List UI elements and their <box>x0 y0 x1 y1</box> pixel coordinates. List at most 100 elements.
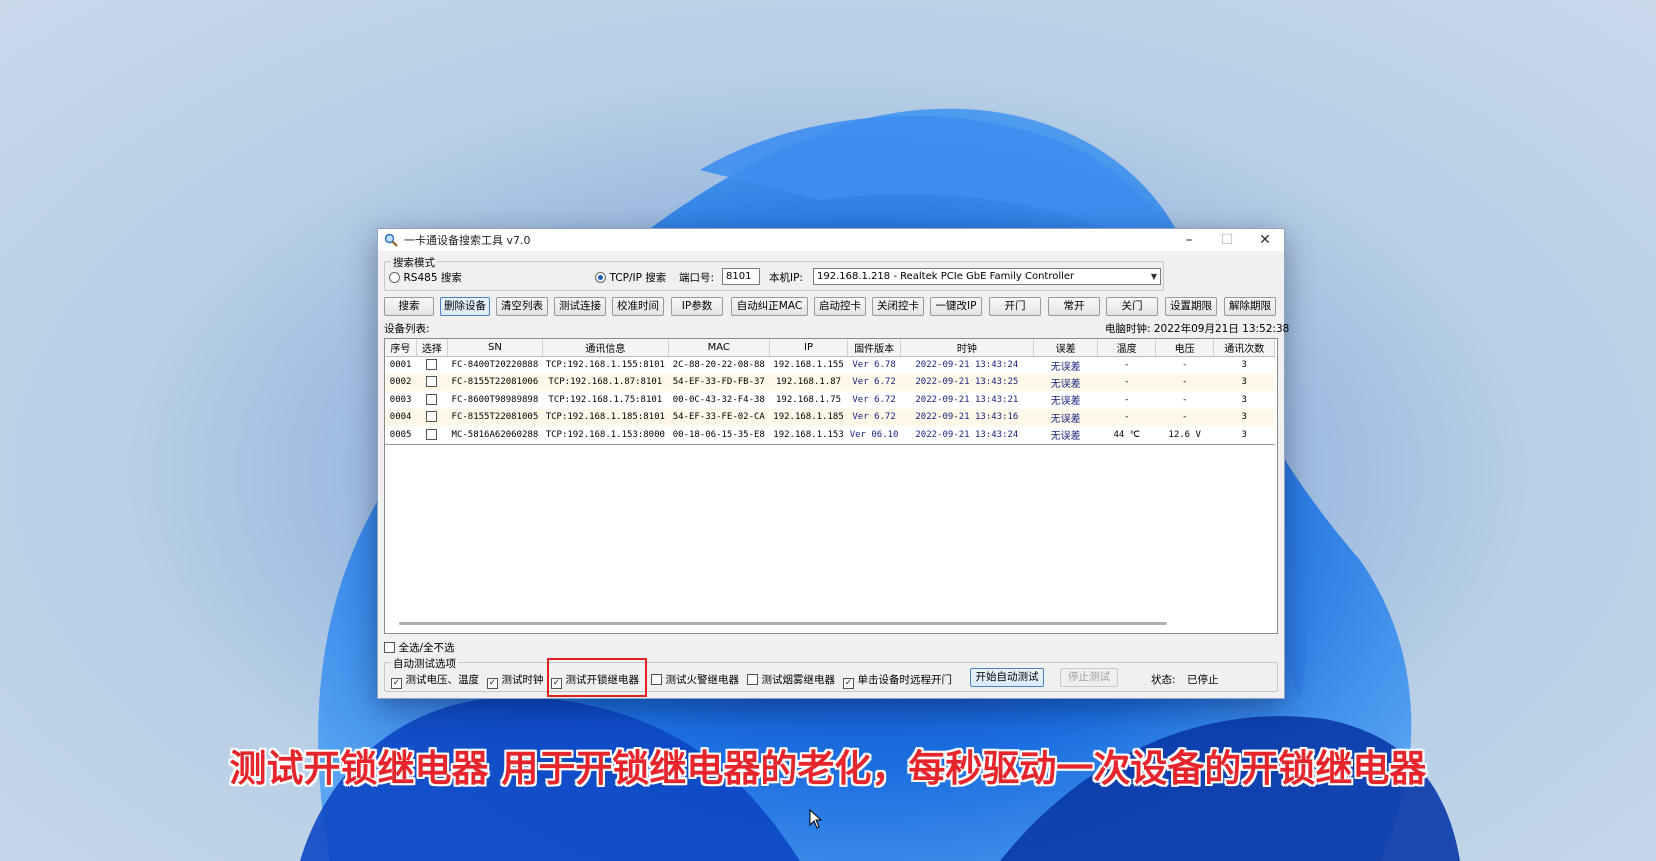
col-header-comm[interactable]: 通讯信息 <box>542 339 669 357</box>
cell-sn: FC-8155T22081006 <box>447 373 543 391</box>
voltage-checkbox[interactable]: ✓ <box>391 678 402 689</box>
window-title: 一卡通设备搜索工具 v7.0 <box>404 234 531 247</box>
cell-firmware: Ver 6.72 <box>847 373 901 391</box>
row-checkbox[interactable] <box>426 393 438 405</box>
select-all-label: 全选/全不选 <box>398 642 455 654</box>
one-click-ip-button[interactable]: 一键改IP <box>930 297 982 316</box>
cell-ip: 192.168.1.87 <box>769 373 848 391</box>
cell-comm: TCP:192.168.1.87:8101 <box>542 373 669 391</box>
cell-select[interactable] <box>416 356 447 374</box>
col-header-index[interactable]: 序号 <box>385 339 417 357</box>
opt-smoke-relay[interactable]: 测试烟雾继电器 <box>747 672 835 687</box>
port-label: 端口号: <box>679 272 715 284</box>
cell-error: 无误差 <box>1033 408 1098 426</box>
tcpip-radio[interactable] <box>595 272 606 283</box>
minimize-button[interactable]: – <box>1170 229 1208 251</box>
opt-voltage-temp[interactable]: ✓ 测试电压、温度 <box>391 672 479 689</box>
col-header-clock[interactable]: 时钟 <box>900 339 1034 357</box>
cell-firmware: Ver 06.10 <box>849 429 899 440</box>
table-row[interactable]: 0003 FC-8600T98989898 TCP:192.168.1.75:8… <box>385 391 1275 409</box>
close-door-button[interactable]: 关门 <box>1106 297 1158 316</box>
device-table: 序号 选择 SN 通讯信息 MAC IP 固件版本 时钟 误差 温度 电压 通讯… <box>384 338 1278 634</box>
search-magnifier-icon <box>384 233 398 247</box>
open-door-button[interactable]: 开门 <box>989 297 1041 316</box>
horizontal-scrollbar[interactable] <box>399 622 1167 625</box>
row-checkbox[interactable] <box>426 411 438 423</box>
col-header-voltage[interactable]: 电压 <box>1155 339 1215 357</box>
opt-clock[interactable]: ✓ 测试时钟 <box>487 672 544 689</box>
cell-select[interactable] <box>416 391 447 409</box>
cell-clock: 2022-09-21 13:43:16 <box>900 408 1034 426</box>
opt-remote-open[interactable]: ✓ 单击设备时远程开门 <box>843 672 952 689</box>
col-header-mac[interactable]: MAC <box>668 339 770 357</box>
video-caption: 测试开锁继电器 用于开锁继电器的老化，每秒驱动一次设备的开锁继电器 <box>229 747 1427 790</box>
rs485-option[interactable]: RS485 搜索 <box>389 270 462 285</box>
search-button[interactable]: 搜索 <box>384 297 434 316</box>
cell-comm-count: 3 <box>1241 429 1247 440</box>
col-header-comm-count[interactable]: 通讯次数 <box>1213 339 1275 357</box>
col-header-sn[interactable]: SN <box>447 339 543 357</box>
close-button[interactable]: ✕ <box>1246 229 1284 251</box>
cell-firmware: Ver 6.72 <box>852 394 896 405</box>
cell-temp: - <box>1097 408 1156 426</box>
start-auto-test-button[interactable]: 开始自动测试 <box>970 668 1044 687</box>
remote-open-label: 单击设备时远程开门 <box>857 674 953 686</box>
col-header-temp[interactable]: 温度 <box>1097 339 1156 357</box>
row-checkbox[interactable] <box>426 359 438 370</box>
rs485-radio[interactable] <box>389 272 400 283</box>
table-row[interactable]: 0001 FC-8400T20220888 TCP:192.168.1.155:… <box>385 356 1275 374</box>
toolbar: 搜索 删除设备 清空列表 测试连接 校准时间 IP参数 自动纠正MAC 启动控卡… <box>384 297 1278 317</box>
chevron-down-icon[interactable]: ▼ <box>1151 269 1157 284</box>
clear-list-button[interactable]: 清空列表 <box>496 297 548 316</box>
cell-comm: TCP:192.168.1.153:8000 <box>545 429 665 440</box>
tcpip-option[interactable]: TCP/IP 搜索 <box>595 270 666 285</box>
fire-relay-label: 测试火警继电器 <box>665 674 740 686</box>
cell-comm: TCP:192.168.1.185:8101 <box>542 408 669 426</box>
remote-open-checkbox[interactable]: ✓ <box>843 678 854 689</box>
select-all-option[interactable]: 全选/全不选 <box>384 640 455 655</box>
maximize-button[interactable]: ☐ <box>1208 229 1246 251</box>
test-connection-button[interactable]: 测试连接 <box>554 297 606 316</box>
table-row[interactable]: 0002 FC-8155T22081006 TCP:192.168.1.87:8… <box>385 373 1275 391</box>
table-row[interactable]: 0005 MC-5816A62060288 TCP:192.168.1.153:… <box>385 426 1275 444</box>
stop-test-button[interactable]: 停止测试 <box>1060 668 1118 687</box>
row-checkbox[interactable] <box>426 428 438 440</box>
auto-fix-mac-button[interactable]: 自动纠正MAC <box>731 297 808 316</box>
normally-open-button[interactable]: 常开 <box>1048 297 1100 316</box>
cell-sn: MC-5816A62060288 <box>451 429 539 440</box>
cell-clock: 2022-09-21 13:43:24 <box>915 429 1019 440</box>
col-header-error[interactable]: 误差 <box>1033 339 1099 357</box>
cell-ip: 192.168.1.155 <box>773 360 844 370</box>
cell-sn: FC-8155T22081005 <box>447 408 543 426</box>
stop-card-control-button[interactable]: 关闭控卡 <box>872 297 924 316</box>
delete-device-button[interactable]: 删除设备 <box>440 297 490 316</box>
row-checkbox[interactable] <box>426 376 438 388</box>
cell-clock: 2022-09-21 13:43:25 <box>900 373 1034 391</box>
cell-select[interactable] <box>416 373 448 391</box>
clock-checkbox[interactable]: ✓ <box>487 678 498 689</box>
opt-fire-relay[interactable]: 测试火警继电器 <box>651 672 739 687</box>
ip-params-button[interactable]: IP参数 <box>671 297 723 316</box>
port-input[interactable]: 8101 <box>722 268 760 285</box>
set-expiry-button[interactable]: 设置期限 <box>1165 297 1217 316</box>
cell-voltage: - <box>1181 394 1188 405</box>
fire-relay-checkbox[interactable] <box>651 674 662 685</box>
remove-expiry-button[interactable]: 解除期限 <box>1224 297 1276 316</box>
start-card-control-button[interactable]: 启动控卡 <box>814 297 866 316</box>
select-all-checkbox[interactable] <box>384 642 395 653</box>
cell-mac: 00-0C-43-32-F4-38 <box>672 394 765 405</box>
cell-mac: 54-EF-33-FE-02-CA <box>668 408 770 426</box>
col-header-ip[interactable]: IP <box>769 339 849 357</box>
col-header-firmware[interactable]: 固件版本 <box>847 339 901 357</box>
cell-select[interactable] <box>416 426 447 444</box>
smoke-relay-checkbox[interactable] <box>747 674 758 685</box>
cell-select[interactable] <box>416 408 448 426</box>
calibrate-time-button[interactable]: 校准时间 <box>612 297 664 316</box>
col-header-select[interactable]: 选择 <box>416 339 449 357</box>
local-ip-combo[interactable]: 192.168.1.218 - Realtek PCIe GbE Family … <box>813 268 1161 285</box>
cell-sn: FC-8600T98989898 <box>451 394 539 405</box>
table-row[interactable]: 0004 FC-8155T22081005 TCP:192.168.1.185:… <box>385 408 1275 426</box>
cell-index: 0005 <box>389 429 412 440</box>
cell-index: 0004 <box>385 408 417 426</box>
cell-ip: 192.168.1.75 <box>776 394 842 405</box>
